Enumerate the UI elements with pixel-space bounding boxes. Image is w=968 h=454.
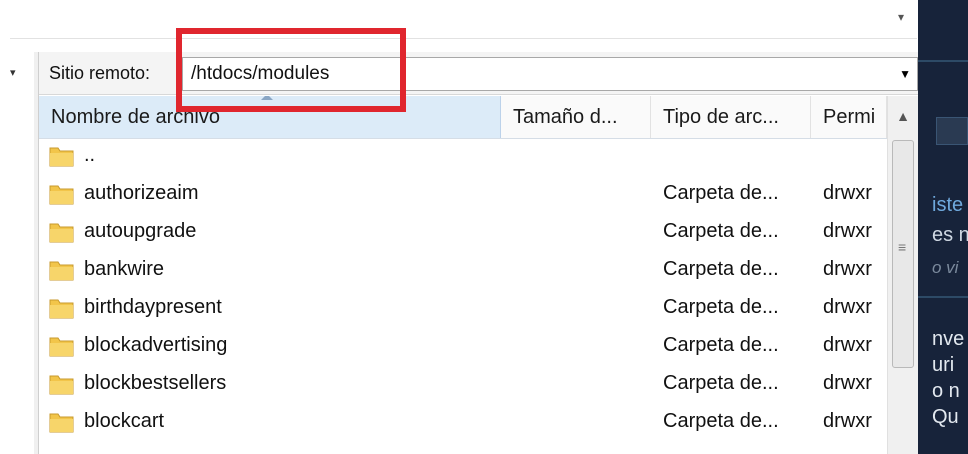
file-type: Carpeta de... (663, 334, 779, 356)
divider (918, 296, 968, 298)
file-row[interactable]: blockadvertising Carpeta de... drwxr (39, 328, 887, 366)
folder-icon (49, 299, 74, 319)
background-text: es n (932, 224, 968, 246)
file-name: .. (84, 144, 96, 166)
background-text: nve (932, 328, 965, 350)
file-row[interactable]: autoupgrade Carpeta de... drwxr (39, 214, 887, 252)
file-type: Carpeta de... (663, 182, 779, 204)
column-header-size[interactable]: Tamaño d... (501, 96, 651, 138)
folder-icon (49, 413, 74, 433)
file-type: Carpeta de... (663, 296, 779, 318)
chevron-down-icon[interactable]: ▾ (893, 10, 909, 30)
chevron-down-icon[interactable]: ▼ (899, 67, 911, 81)
local-pane-edge: ▾ (10, 52, 35, 454)
file-name: autoupgrade (84, 220, 197, 242)
file-row[interactable]: blockcart Carpeta de... drwxr (39, 404, 887, 442)
divider (918, 60, 968, 62)
vertical-scrollbar[interactable]: ▲ ≡ (887, 96, 918, 454)
column-header-permissions-label: Permi (823, 106, 876, 128)
file-name: blockbestsellers (84, 372, 227, 394)
file-permissions: drwxr (823, 296, 872, 318)
file-type: Carpeta de... (663, 220, 779, 242)
folder-icon (49, 223, 74, 243)
background-button (936, 117, 968, 145)
file-list-header: Nombre de archivo Tamaño d... Tipo de ar… (39, 96, 919, 139)
file-list: .. authorizeaim Carpeta de... drwxr auto… (39, 138, 887, 442)
file-row[interactable]: birthdaypresent Carpeta de... drwxr (39, 290, 887, 328)
remote-path-bar: Sitio remoto: /htdocs/modules ▼ (39, 52, 919, 95)
folder-icon (49, 261, 74, 281)
file-name: blockcart (84, 410, 165, 432)
background-text: o vi (932, 258, 959, 277)
file-type: Carpeta de... (663, 410, 779, 432)
folder-icon (49, 375, 74, 395)
column-header-permissions[interactable]: Permi (811, 96, 887, 138)
file-permissions: drwxr (823, 182, 872, 204)
folder-icon (49, 185, 74, 205)
remote-site-pane: Sitio remoto: /htdocs/modules ▼ Nombre d… (38, 52, 919, 454)
file-permissions: drwxr (823, 258, 872, 280)
column-header-type-label: Tipo de arc... (663, 106, 779, 128)
file-name: authorizeaim (84, 182, 199, 204)
file-type: Carpeta de... (663, 372, 779, 394)
file-name: birthdaypresent (84, 296, 222, 318)
file-name: bankwire (84, 258, 165, 280)
scroll-up-icon[interactable]: ▲ (888, 96, 918, 136)
annotation-highlight-box (176, 28, 406, 112)
file-permissions: drwxr (823, 410, 872, 432)
chevron-down-icon[interactable]: ▾ (10, 66, 16, 79)
folder-icon (49, 147, 74, 167)
background-text: uri (932, 354, 955, 376)
background-text: o n (932, 380, 960, 402)
column-header-size-label: Tamaño d... (513, 106, 618, 128)
top-toolbar-strip (10, 10, 917, 39)
file-row[interactable]: .. (39, 138, 887, 176)
scrollbar-thumb[interactable]: ≡ (892, 140, 914, 368)
column-header-type[interactable]: Tipo de arc... (651, 96, 811, 138)
folder-icon (49, 337, 74, 357)
file-type: Carpeta de... (663, 258, 779, 280)
background-text: iste (932, 194, 964, 216)
remote-site-label: Sitio remoto: (49, 63, 151, 83)
file-row[interactable]: authorizeaim Carpeta de... drwxr (39, 176, 887, 214)
grip-icon: ≡ (898, 239, 907, 255)
background-window: iste es n o vi nve uri o n Qu (918, 0, 968, 454)
file-permissions: drwxr (823, 220, 872, 242)
file-row[interactable]: blockbestsellers Carpeta de... drwxr (39, 366, 887, 404)
file-row[interactable]: bankwire Carpeta de... drwxr (39, 252, 887, 290)
background-text: Qu (932, 406, 959, 428)
file-permissions: drwxr (823, 334, 872, 356)
file-name: blockadvertising (84, 334, 228, 356)
file-permissions: drwxr (823, 372, 872, 394)
